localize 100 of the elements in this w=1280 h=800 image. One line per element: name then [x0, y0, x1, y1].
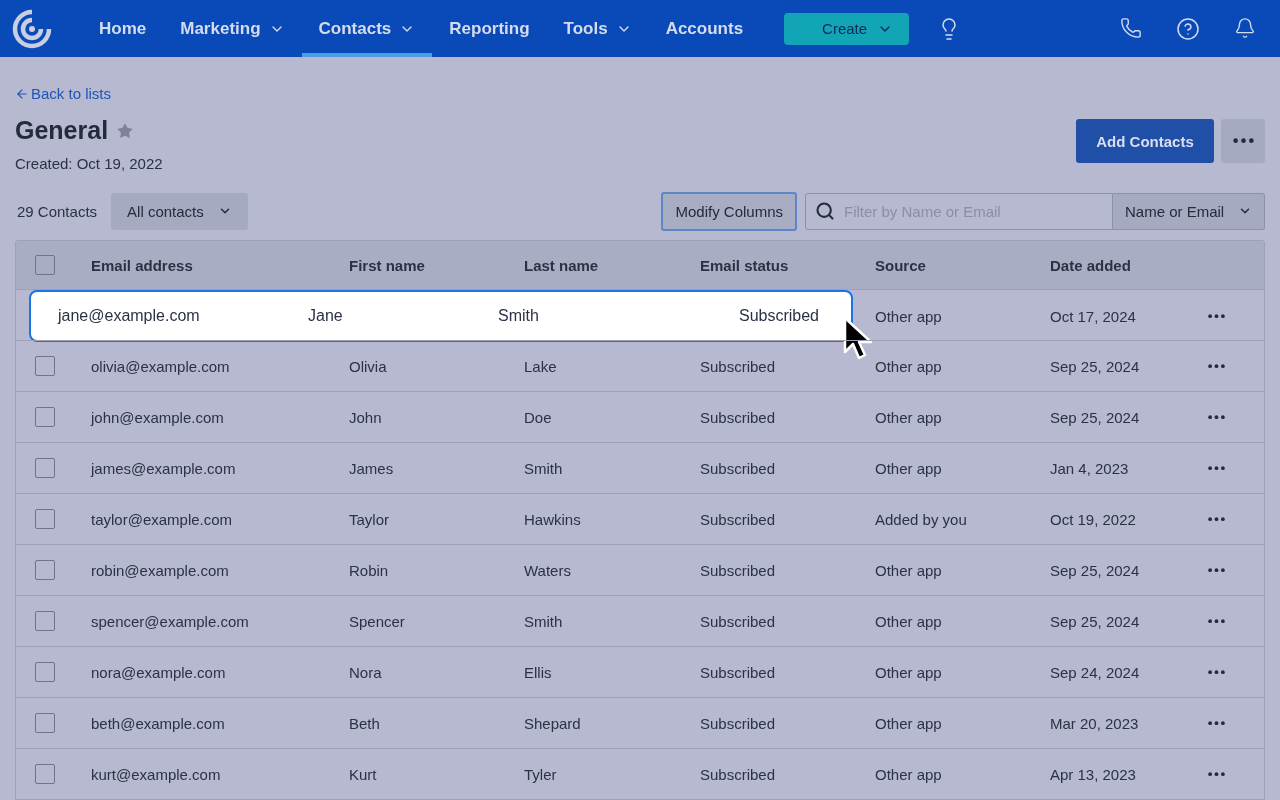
highlighted-row[interactable]: jane@example.com Jane Smith Subscribed — [29, 290, 853, 342]
nav-tab[interactable]: Reporting — [432, 0, 547, 57]
table-cell-text: taylor@example.com — [91, 510, 234, 528]
column-header[interactable]: Date added — [1050, 256, 1204, 274]
help-icon[interactable] — [1176, 16, 1200, 41]
table-cell-text: Sep 24, 2024 — [1050, 663, 1141, 681]
segment-dropdown[interactable]: All contacts — [111, 192, 248, 230]
table-cell-text: spencer@example.com — [91, 612, 250, 630]
ellipsis-icon — [1208, 516, 1225, 522]
table-cell-text: Other app — [875, 765, 943, 783]
table-cell-text: Sep 25, 2024 — [1050, 357, 1141, 375]
ellipsis-icon — [1208, 771, 1225, 777]
ellipsis-icon — [1208, 465, 1225, 471]
table-cell-text: Spencer — [349, 612, 406, 630]
add-contacts-button[interactable]: Add Contacts — [1076, 119, 1214, 163]
contact-count: 29 Contacts — [17, 202, 98, 220]
table-cell-text: Tyler — [524, 765, 558, 783]
table-cell-text: Shepard — [524, 714, 582, 732]
bell-icon[interactable] — [1234, 16, 1256, 39]
row-checkbox[interactable] — [35, 407, 55, 427]
table-cell-text: Doe — [524, 408, 553, 426]
table-cell-text: Subscribed — [700, 765, 777, 783]
row-checkbox[interactable] — [35, 662, 55, 682]
table-cell-text: james@example.com — [91, 459, 237, 477]
table-cell-text: robin@example.com — [91, 561, 230, 579]
row-checkbox[interactable] — [35, 611, 55, 631]
table-cell-text: Other app — [875, 561, 943, 579]
table-cell-text: Subscribed — [700, 714, 777, 732]
ellipsis-icon — [1208, 414, 1225, 420]
table-cell-text: Sep 25, 2024 — [1050, 612, 1141, 630]
table-cell-text: Smith — [524, 612, 564, 630]
table-cell-text: Jane — [308, 307, 344, 325]
row-checkbox[interactable] — [35, 356, 55, 376]
nav-tab[interactable]: Home — [82, 0, 164, 57]
back-link[interactable]: Back to lists — [15, 85, 112, 102]
ellipsis-icon — [1208, 313, 1225, 319]
column-header[interactable]: Source — [875, 256, 1050, 274]
row-checkbox[interactable] — [35, 713, 55, 733]
table-cell-text: Oct 19, 2022 — [1050, 510, 1137, 528]
ellipsis-icon — [1208, 669, 1225, 675]
table-cell-text: Mar 20, 2023 — [1050, 714, 1140, 732]
nav-tab[interactable]: Contacts — [301, 0, 433, 57]
ellipsis-icon — [1208, 363, 1225, 369]
logo-icon[interactable] — [12, 8, 52, 49]
row-checkbox[interactable] — [35, 560, 55, 580]
row-checkbox[interactable] — [35, 509, 55, 529]
star-icon[interactable] — [116, 121, 135, 140]
create-button[interactable]: Create — [784, 12, 910, 45]
nav-tab[interactable]: Tools — [546, 0, 649, 57]
column-header[interactable]: Last name — [524, 256, 700, 274]
table-cell-text: olivia@example.com — [91, 357, 231, 375]
nav-tab[interactable]: Marketing — [163, 0, 302, 57]
column-header[interactable]: Email status — [700, 256, 875, 274]
table-cell-text: John — [349, 408, 383, 426]
table-cell-text: Ellis — [524, 663, 553, 681]
table-cell-text: Kurt — [349, 765, 378, 783]
table-cell-text: nora@example.com — [91, 663, 227, 681]
table-cell-text: Apr 13, 2023 — [1050, 765, 1137, 783]
table-cell-text: Subscribed — [700, 612, 777, 630]
table-cell-text: Other app — [875, 663, 943, 681]
search-scope-dropdown[interactable]: Name or Email — [1113, 192, 1265, 230]
table-cell-text: Subscribed — [700, 510, 777, 528]
table-cell-text: beth@example.com — [91, 714, 226, 732]
search-icon — [815, 200, 835, 221]
table-cell-text: Sep 25, 2024 — [1050, 561, 1141, 579]
phone-icon[interactable] — [1120, 16, 1142, 39]
row-checkbox[interactable] — [35, 764, 55, 784]
table-cell-text: Subscribed — [700, 663, 777, 681]
ellipsis-icon — [1232, 138, 1254, 144]
table-cell-text: Subscribed — [700, 357, 777, 375]
table-cell-text: Other app — [875, 307, 943, 325]
table-cell-text: Beth — [349, 714, 381, 732]
nav-tab[interactable]: Accounts — [648, 0, 761, 57]
table-cell-text: Smith — [498, 307, 540, 325]
table-cell-text: Other app — [875, 714, 943, 732]
table-cell-text: Subscribed — [738, 307, 820, 325]
row-checkbox[interactable] — [35, 458, 55, 478]
table-cell-text: Other app — [875, 408, 943, 426]
table-cell-text: Robin — [349, 561, 390, 579]
table-cell-text: Taylor — [349, 510, 390, 528]
table-cell-text: Other app — [875, 357, 943, 375]
table-cell-text: Subscribed — [700, 459, 777, 477]
more-options-button[interactable] — [1221, 119, 1265, 163]
table-cell-text: Jan 4, 2023 — [1050, 459, 1130, 477]
table-cell-text: Waters — [524, 561, 572, 579]
table-cell-text: James — [349, 459, 395, 477]
table-cell-text: john@example.com — [91, 408, 225, 426]
table-cell-text: Oct 17, 2024 — [1050, 307, 1137, 325]
table-cell-text: Other app — [875, 459, 943, 477]
table-cell-text: Olivia — [349, 357, 388, 375]
table-cell-text: Subscribed — [700, 561, 777, 579]
column-header[interactable]: First name — [349, 256, 524, 274]
column-header[interactable]: Email address — [91, 256, 349, 274]
ellipsis-icon — [1208, 618, 1225, 624]
table-cell-text: Other app — [875, 612, 943, 630]
created-date: Created: Oct 19, 2022 — [15, 155, 163, 172]
table-cell-text: Lake — [524, 357, 558, 375]
table-cell-text: Smith — [524, 459, 564, 477]
select-all-checkbox[interactable] — [35, 255, 55, 275]
modify-columns-button[interactable]: Modify Columns — [661, 191, 797, 231]
